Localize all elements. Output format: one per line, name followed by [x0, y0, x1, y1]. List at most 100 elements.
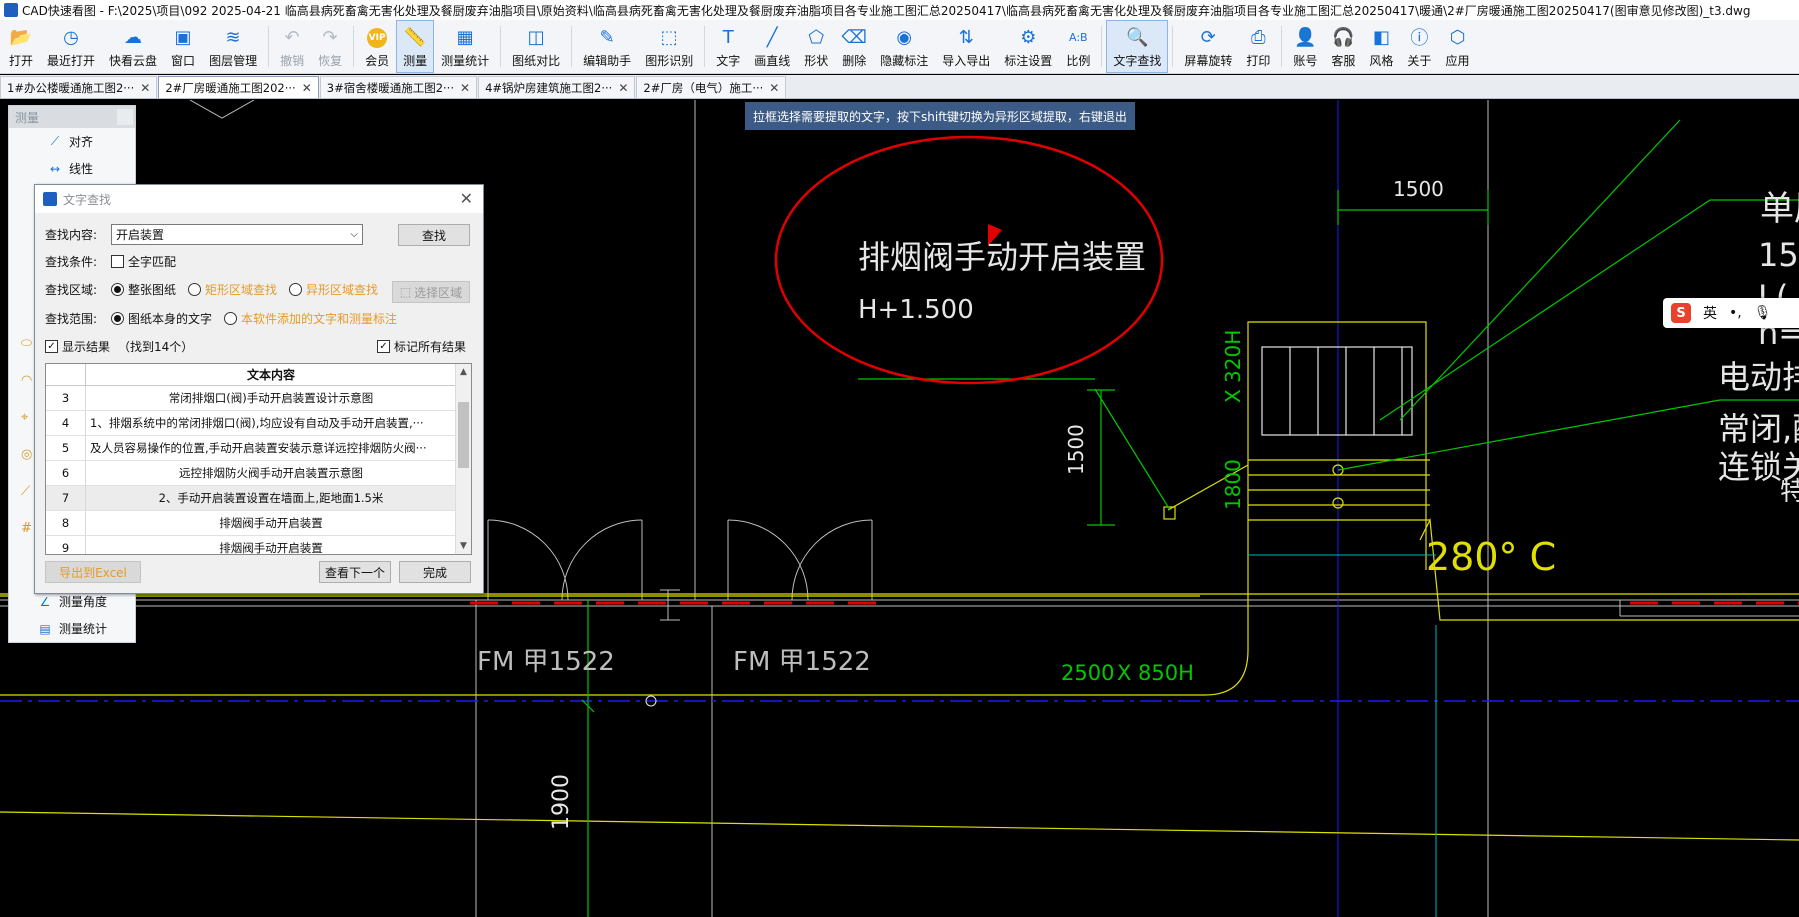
ime-language[interactable]: 英: [1703, 303, 1717, 323]
radius-measure-icon[interactable]: ◎: [21, 447, 32, 462]
toolbar-button-compare[interactable]: ◫ 图纸对比: [505, 20, 567, 73]
scroll-up-icon[interactable]: ▲: [456, 364, 471, 380]
measure-item[interactable]: ⟋ 对齐: [9, 128, 135, 155]
coordinate-icon[interactable]: ⌖: [21, 410, 32, 425]
area-whole-radio[interactable]: [111, 283, 124, 296]
tab-close-icon[interactable]: ✕: [302, 81, 312, 95]
toolbar-button-redo[interactable]: ↷ 恢复: [311, 20, 349, 73]
toolbar-button-rotate-screen[interactable]: ⟳ 屏幕旋转: [1177, 20, 1239, 73]
export-excel-button[interactable]: 导出到Excel: [45, 561, 141, 583]
polyline-measure-icon[interactable]: ⟋: [21, 484, 32, 499]
whole-match-checkbox[interactable]: [111, 255, 124, 268]
search-input[interactable]: 开启装置 ⌵: [111, 224, 363, 245]
toolbar-button-window[interactable]: ▣ 窗口: [164, 20, 202, 73]
select-area-button[interactable]: ⬚ 选择区域: [392, 281, 470, 303]
measure-item[interactable]: ▤ 测量统计: [9, 615, 135, 642]
toolbar-button-annotation-settings[interactable]: ⚙ 标注设置: [997, 20, 1059, 73]
toolbar-button-style[interactable]: ◧ 风格: [1362, 20, 1400, 73]
toolbar-button-text[interactable]: T 文字: [709, 20, 747, 73]
toolbar-button-folder-open[interactable]: 📂 打开: [2, 20, 40, 73]
clock-icon: ◷: [63, 26, 79, 48]
scope-added-radio[interactable]: [224, 312, 238, 325]
toolbar-separator: [571, 26, 573, 67]
toolbar-button-measure-stats[interactable]: ▦ 测量统计: [434, 20, 496, 73]
toolbar-button-user[interactable]: 👤 账号: [1286, 20, 1324, 73]
toolbar-button-layers[interactable]: ≋ 图层管理: [202, 20, 264, 73]
toolbar-button-edit-assistant[interactable]: ✎ 编辑助手: [576, 20, 638, 73]
toolbar-button-measure[interactable]: 📏 测量: [396, 20, 435, 73]
microphone-icon[interactable]: 🎙: [1754, 305, 1772, 321]
sogou-logo-icon[interactable]: S: [1671, 303, 1691, 323]
result-row[interactable]: 9 排烟阀手动开启装置: [46, 536, 456, 554]
toolbar-label: 隐藏标注: [880, 54, 929, 68]
toolbar-button-eye-hide[interactable]: ◉ 隐藏标注: [873, 20, 935, 73]
toolbar-button-vip[interactable]: VIP 会员: [358, 20, 396, 73]
dialog-title-bar[interactable]: 文字查找 ✕: [35, 185, 483, 213]
toolbar-button-line[interactable]: ╱ 画直线: [747, 20, 797, 73]
document-tab[interactable]: 1#办公楼暖通施工图2··· ✕: [0, 76, 158, 98]
result-row[interactable]: 6 远控排烟防火阀手动开启装置示意图: [46, 461, 456, 486]
toolbar-button-undo[interactable]: ↶ 撤销: [273, 20, 311, 73]
show-results-checkbox[interactable]: ✓: [45, 340, 58, 353]
toolbar-button-cloud[interactable]: ☁ 快看云盘: [102, 20, 164, 73]
scroll-thumb[interactable]: [458, 402, 469, 468]
toolbar-button-text-search[interactable]: 🔍 文字查找: [1106, 20, 1169, 73]
text-icon: T: [722, 26, 734, 48]
results-scrollbar[interactable]: ▲ ▼: [455, 364, 471, 554]
result-text: 及人员容易操作的位置,手动开启装置安装示意详远控排烟防火阀···: [90, 441, 427, 455]
scope-drawing-radio[interactable]: [111, 312, 124, 325]
measure-panel-header: 测量: [9, 106, 135, 128]
next-result-button[interactable]: 查看下一个: [319, 561, 391, 583]
result-row[interactable]: 7 2、手动开启装置设置在墙面上,距地面1.5米: [46, 486, 456, 511]
punctuation-icon[interactable]: •,: [1729, 305, 1742, 321]
panel-pin-icon[interactable]: [117, 109, 133, 125]
area-rect-radio[interactable]: [188, 283, 202, 296]
scope-added-option[interactable]: 本软件添加的文字和测量标注: [224, 310, 397, 327]
dialog-close-icon[interactable]: ✕: [460, 189, 473, 208]
arc-measure-icon[interactable]: ◠: [21, 373, 32, 388]
area-measure-icon[interactable]: ⬭: [21, 336, 32, 351]
toolbar-button-clock[interactable]: ◷ 最近打开: [40, 20, 102, 73]
toolbar-button-printer[interactable]: ⎙ 打印: [1239, 20, 1277, 73]
toolbar-button-eraser[interactable]: ⌫ 删除: [835, 20, 873, 73]
text-find-dialog: 文字查找 ✕ 查找内容: 开启装置 ⌵ 查找 查找条件: 全字匹配 查找区域: …: [34, 184, 484, 594]
dim-320: X 320H: [1221, 330, 1245, 403]
tab-close-icon[interactable]: ✕: [460, 81, 470, 95]
mark-all-checkbox[interactable]: ✓: [377, 340, 390, 353]
toolbar-label: 应用: [1445, 54, 1470, 68]
tab-close-icon[interactable]: ✕: [140, 81, 150, 95]
area-rect-option[interactable]: 矩形区域查找: [188, 281, 277, 298]
measure-item[interactable]: ↔ 线性: [9, 155, 135, 182]
toolbar-button-shape-recognition[interactable]: ⬚ 图形识别: [638, 20, 700, 73]
right-text-5: 电动排: [1718, 358, 1799, 396]
area-label: 查找区域:: [45, 283, 98, 297]
area-irregular-option[interactable]: 异形区域查找: [289, 281, 378, 298]
toolbar-button-apps[interactable]: ⬡ 应用: [1438, 20, 1476, 73]
toolbar-button-headset[interactable]: 🎧 客服: [1324, 20, 1362, 73]
chevron-down-icon[interactable]: ⌵: [350, 229, 358, 240]
area-whole-option[interactable]: 整张图纸: [111, 281, 176, 298]
scope-drawing-option[interactable]: 图纸本身的文字: [111, 310, 212, 327]
result-row[interactable]: 3 常闭排烟口(阀)手动开启装置设计示意图: [46, 386, 456, 411]
result-row[interactable]: 5 及人员容易操作的位置,手动开启装置安装示意详远控排烟防火阀···: [46, 436, 456, 461]
area-irregular-radio[interactable]: [289, 283, 303, 296]
toolbar-button-info[interactable]: ⓘ 关于: [1400, 20, 1438, 73]
tab-close-icon[interactable]: ✕: [769, 81, 779, 95]
toolbar-button-scale[interactable]: A:B 比例: [1059, 20, 1097, 73]
done-button[interactable]: 完成: [399, 561, 471, 583]
result-row[interactable]: 4 1、排烟系统中的常闭排烟口(阀),均应设有自动及手动开启装置,···: [46, 411, 456, 436]
document-tab[interactable]: 3#宿舍楼暖通施工图2··· ✕: [319, 76, 478, 98]
count-icon[interactable]: #: [21, 521, 32, 536]
tab-close-icon[interactable]: ✕: [618, 81, 628, 95]
document-tab[interactable]: 4#锅炉房建筑施工图2··· ✕: [478, 76, 636, 98]
scroll-down-icon[interactable]: ▼: [456, 538, 471, 554]
toolbar-button-shape[interactable]: ⬠ 形状: [797, 20, 835, 73]
toolbar-button-import-export[interactable]: ⇅ 导入导出: [935, 20, 997, 73]
apps-icon: ⬡: [1449, 26, 1466, 48]
result-row[interactable]: 8 排烟阀手动开启装置: [46, 511, 456, 536]
toolbar-label: 恢复: [318, 54, 343, 68]
search-button[interactable]: 查找: [398, 224, 470, 246]
temp-label: 280° C: [1426, 535, 1556, 579]
document-tab[interactable]: 2#厂房（电气）施工··· ✕: [636, 76, 787, 98]
document-tab[interactable]: 2#厂房暖通施工图202··· ✕: [158, 76, 319, 98]
